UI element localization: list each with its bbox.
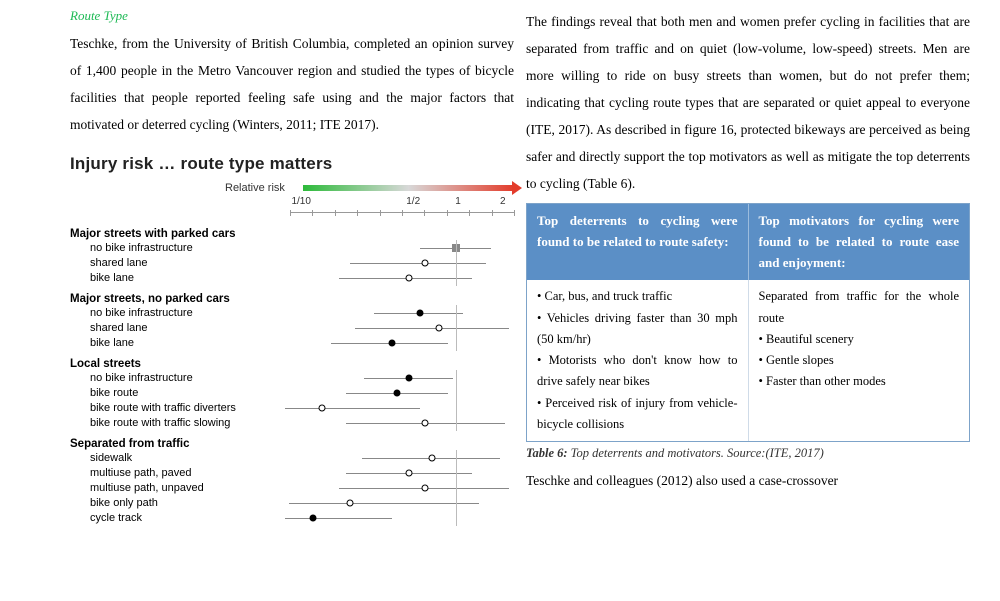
row-plot	[280, 271, 514, 285]
table-6: Top deterrents to cycling were found to …	[526, 203, 970, 442]
row-plot	[280, 256, 514, 270]
row-label: cycle track	[70, 512, 280, 524]
row-plot	[280, 386, 514, 400]
risk-gradient: Relative risk	[225, 182, 514, 194]
table-body-row: • Car, bus, and truck traffic• Vehicles …	[527, 280, 969, 441]
forest-plot: Injury risk … route type matters Relativ…	[70, 148, 514, 525]
findings-paragraph: The findings reveal that both men and wo…	[526, 8, 970, 197]
forest-row: multiuse path, paved	[70, 465, 514, 480]
axis-tick: 1	[455, 196, 461, 207]
row-plot	[280, 481, 514, 495]
data-point	[422, 259, 429, 266]
row-plot	[280, 336, 514, 350]
data-point	[405, 274, 412, 281]
caption-label: Table 6:	[526, 446, 568, 460]
row-plot	[280, 511, 514, 525]
row-label: sidewalk	[70, 452, 280, 464]
section-heading: Route Type	[70, 8, 514, 24]
row-label: bike route with traffic slowing	[70, 417, 280, 429]
data-point	[422, 419, 429, 426]
chart-title: Injury risk … route type matters	[70, 154, 514, 174]
row-plot	[280, 321, 514, 335]
row-plot	[280, 306, 514, 320]
table-caption: Table 6: Top deterrents and motivators. …	[526, 446, 970, 461]
axis-tick: 2	[500, 196, 506, 207]
table-header-row: Top deterrents to cycling were found to …	[527, 204, 969, 280]
forest-row: no bike infrastructure	[70, 240, 514, 255]
data-point	[309, 514, 316, 521]
forest-body: Major streets with parked cars no bike in…	[70, 228, 514, 525]
right-column: The findings reveal that both men and wo…	[526, 8, 970, 525]
forest-row: bike lane	[70, 335, 514, 350]
data-point	[389, 339, 396, 346]
group-label: Major streets with parked cars	[70, 228, 514, 240]
data-point	[347, 499, 354, 506]
forest-row: sidewalk	[70, 450, 514, 465]
intro-paragraph: Teschke, from the University of British …	[70, 30, 514, 138]
table-cell-motivators: Separated from traffic for the whole rou…	[748, 280, 970, 441]
axis-label: Relative risk	[225, 182, 285, 194]
forest-row: bike lane	[70, 270, 514, 285]
forest-row: cycle track	[70, 510, 514, 525]
row-label: multiuse path, unpaved	[70, 482, 280, 494]
forest-row: no bike infrastructure	[70, 305, 514, 320]
data-point	[319, 404, 326, 411]
row-label: multiuse path, paved	[70, 467, 280, 479]
axis-line	[290, 212, 514, 220]
row-label: bike route with traffic diverters	[70, 402, 280, 414]
page-content: Route Type Teschke, from the University …	[0, 0, 1000, 525]
table-header-motivators: Top motivators for cycling were found to…	[748, 204, 970, 280]
table-cell-deterrents: • Car, bus, and truck traffic• Vehicles …	[527, 280, 748, 441]
forest-row: bike only path	[70, 495, 514, 510]
row-plot	[280, 416, 514, 430]
row-label: no bike infrastructure	[70, 372, 280, 384]
row-label: bike lane	[70, 337, 280, 349]
group-label: Local streets	[70, 358, 514, 370]
row-label: no bike infrastructure	[70, 242, 280, 254]
forest-row: bike route	[70, 385, 514, 400]
row-plot	[280, 241, 514, 255]
row-label: bike route	[70, 387, 280, 399]
row-label: shared lane	[70, 322, 280, 334]
data-point	[405, 469, 412, 476]
axis-tick: 1/10	[291, 196, 310, 207]
data-point	[422, 484, 429, 491]
row-plot	[280, 496, 514, 510]
forest-row: shared lane	[70, 255, 514, 270]
forest-row: no bike infrastructure	[70, 370, 514, 385]
forest-row: multiuse path, unpaved	[70, 480, 514, 495]
row-label: shared lane	[70, 257, 280, 269]
row-plot	[280, 401, 514, 415]
data-point	[394, 389, 401, 396]
table-header-deterrents: Top deterrents to cycling were found to …	[527, 204, 748, 280]
group-label: Separated from traffic	[70, 438, 514, 450]
row-label: no bike infrastructure	[70, 307, 280, 319]
group-label: Major streets, no parked cars	[70, 293, 514, 305]
row-plot	[280, 466, 514, 480]
gradient-bar	[303, 185, 514, 191]
row-plot	[280, 451, 514, 465]
axis-tick: 1/2	[406, 196, 420, 207]
data-point	[429, 454, 436, 461]
forest-row: bike route with traffic diverters	[70, 400, 514, 415]
data-point	[417, 309, 424, 316]
forest-row: shared lane	[70, 320, 514, 335]
row-label: bike lane	[70, 272, 280, 284]
forest-row: bike route with traffic slowing	[70, 415, 514, 430]
left-column: Route Type Teschke, from the University …	[70, 8, 514, 525]
caption-text: Top deterrents and motivators. Source:(I…	[568, 446, 824, 460]
row-label: bike only path	[70, 497, 280, 509]
tail-paragraph: Teschke and colleagues (2012) also used …	[526, 467, 970, 494]
row-plot	[280, 371, 514, 385]
data-point	[436, 324, 443, 331]
data-point	[405, 374, 412, 381]
